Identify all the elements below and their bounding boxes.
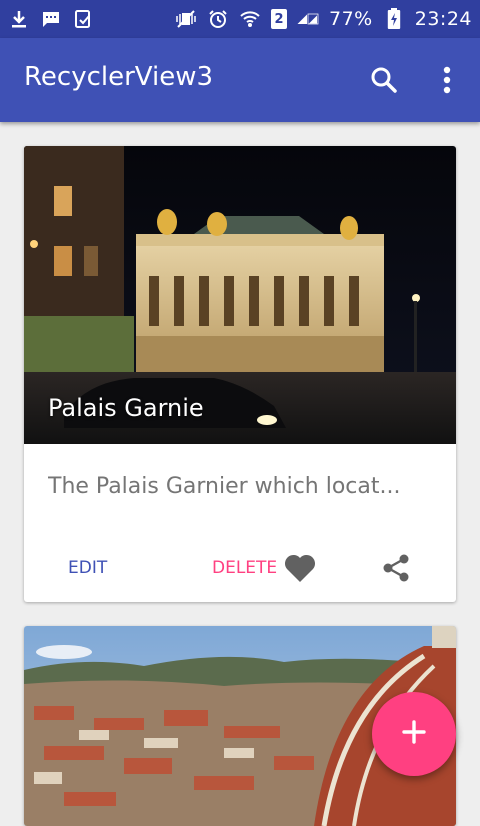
- alarm-icon: [207, 8, 229, 30]
- wifi-icon: [239, 8, 261, 30]
- app-bar: RecyclerView3: [0, 38, 480, 122]
- download-icon: [8, 8, 30, 30]
- clock: 23:24: [414, 8, 472, 30]
- more-vert-icon[interactable]: [430, 62, 464, 98]
- message-icon: [40, 8, 62, 30]
- app-title: RecyclerView3: [24, 62, 214, 92]
- vibrate-off-icon: [175, 8, 197, 30]
- add-fab[interactable]: [372, 692, 456, 776]
- card-palais-garnier[interactable]: Palais Garnie The Palais Garnier which l…: [24, 146, 456, 602]
- battery-charging-icon: [383, 8, 405, 30]
- signal-icon: [297, 8, 319, 30]
- add-icon: [401, 719, 427, 749]
- delete-button[interactable]: DELETE: [202, 554, 287, 582]
- search-icon[interactable]: [366, 62, 402, 98]
- share-icon[interactable]: [378, 550, 414, 586]
- battery-percent: 77%: [329, 8, 373, 30]
- card-description: The Palais Garnier which locat...: [48, 474, 401, 499]
- heart-icon[interactable]: [282, 550, 318, 586]
- clipboard-check-icon: [72, 8, 94, 30]
- edit-button[interactable]: EDIT: [58, 554, 117, 582]
- card-title: Palais Garnie: [48, 394, 204, 422]
- status-bar: 2 77% 23:24: [0, 0, 480, 38]
- sim-slot-badge: 2: [271, 9, 287, 29]
